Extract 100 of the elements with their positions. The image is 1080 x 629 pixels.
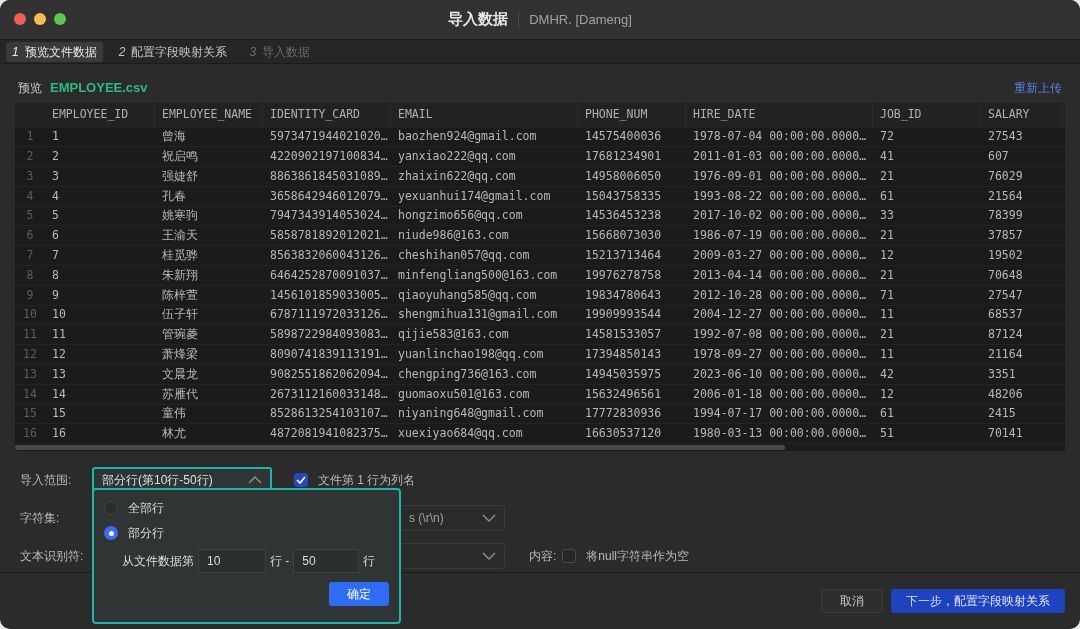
table-cell-text: 14945035975: [584, 365, 663, 383]
table-cell-text: 朱新翔: [161, 266, 199, 284]
table-cell-text: 15632496561: [584, 385, 663, 403]
column-header[interactable]: IDENTITY_CARD: [263, 102, 391, 128]
checkbox[interactable]: [562, 548, 577, 563]
column-header[interactable]: SALARY: [981, 102, 1063, 128]
table-cell-text: 2011-01-03 00:00:00.0000…: [692, 148, 868, 166]
table-cell-text: 1986-07-19 00:00:00.0000…: [692, 227, 868, 245]
step-tab[interactable]: 1 预览文件数据: [6, 41, 103, 62]
table-cell-text: 11: [879, 306, 895, 324]
table-cell-text: 14: [51, 385, 67, 403]
row-number: 11: [22, 326, 38, 344]
table-cell-text: shengmihua131@gmail.com: [397, 306, 559, 324]
table-cell-text: zhaixin622@qq.com: [397, 167, 517, 185]
horizontal-scrollbar[interactable]: [15, 444, 785, 450]
table-cell-text: 8528613254103107…: [269, 405, 389, 423]
table-cell-text: 1456101859033005…: [269, 286, 389, 304]
confirm-button[interactable]: 确定: [329, 582, 389, 606]
table-cell-text: 12: [879, 247, 895, 265]
table-cell-text: 2017-10-02 00:00:00.0000…: [692, 207, 868, 225]
row-number: 1: [25, 128, 35, 146]
table-cell-text: 陈梓萱: [161, 286, 199, 304]
table-cell-text: 19909993544: [584, 306, 663, 324]
file-name: EMPLOYEE.csv: [50, 79, 148, 97]
zoom-button[interactable]: [54, 13, 66, 25]
row-number: 10: [22, 306, 38, 324]
table-cell-text: 72: [879, 128, 895, 146]
column-header[interactable]: HIRE_DATE: [686, 102, 873, 128]
table-cell-text: 5898722984093083…: [269, 326, 389, 344]
table-cell-text: 16630537120: [584, 425, 663, 443]
row-number: 12: [22, 346, 38, 364]
table-cell-text: 21564: [987, 187, 1024, 205]
table-cell-text: 童伟: [161, 405, 187, 423]
table-cell-text: niyaning648@gmail.com: [397, 405, 545, 423]
cancel-button[interactable]: 取消: [821, 588, 883, 613]
table-cell-text: 21164: [987, 346, 1024, 364]
table-cell-text: baozhen924@gmail.com: [397, 128, 538, 146]
radio-label: 部分行: [128, 525, 164, 542]
table-cell-text: yexuanhui174@gmail.com: [397, 187, 552, 205]
table-cell-text: 7947343914053024…: [269, 207, 389, 225]
table-cell-text: 27547: [987, 286, 1024, 304]
table-cell-text: 21: [879, 227, 895, 245]
table-cell-text: 71: [879, 286, 895, 304]
row-number: 13: [22, 365, 38, 383]
reupload-link[interactable]: 重新上传: [1014, 78, 1062, 97]
field-label: 字符集:: [20, 509, 61, 527]
table-cell-text: 27543: [987, 128, 1024, 146]
step-tab[interactable]: 2 配置字段映射关系: [112, 41, 234, 62]
table-cell-text: 2009-03-27 00:00:00.0000…: [692, 247, 868, 265]
table-cell-text: 48206: [987, 385, 1024, 403]
row-number: 4: [25, 187, 35, 205]
table-cell-text: 2006-01-18 00:00:00.0000…: [692, 385, 868, 403]
checkbox[interactable]: [294, 472, 308, 487]
table-cell-text: 14958006050: [584, 167, 663, 185]
table-cell-text: yuanlinchao198@qq.com: [397, 346, 545, 364]
next-button[interactable]: 下一步，配置字段映射关系: [891, 588, 1065, 613]
table-cell-text: 苏雁代: [161, 385, 199, 403]
table-cell-text: 17394850143: [584, 346, 663, 364]
chevron-icon: [482, 551, 496, 560]
table-cell-text: niude986@163.com: [397, 227, 510, 245]
table-cell-text: 70141: [987, 425, 1024, 443]
table-cell-text: 19834780643: [584, 286, 663, 304]
table-cell-text: 3658642946012079…: [269, 187, 389, 205]
table-cell-text: 61: [879, 187, 895, 205]
table-cell-text: 12: [879, 385, 895, 403]
table-cell-text: 2415: [987, 405, 1017, 423]
table-cell-text: 王渝天: [161, 227, 199, 245]
table-cell-text: 管琬菱: [161, 326, 199, 344]
table-cell-text: 4872081941082375…: [269, 425, 389, 443]
table-cell-text: 78399: [987, 207, 1024, 225]
column-header[interactable]: JOB_ID: [873, 102, 981, 128]
table-cell-text: 6464252870091037…: [269, 266, 389, 284]
table-cell-text: 8090741839113191…: [269, 346, 389, 364]
table-cell-text: 42: [879, 365, 895, 383]
table-cell-text: 9: [51, 286, 60, 304]
table-cell-text: hongzimo656@qq.com: [397, 207, 524, 225]
radio-button[interactable]: [104, 501, 118, 515]
table-cell-text: 11: [879, 346, 895, 364]
table-cell-text: 21: [879, 266, 895, 284]
from-row-field[interactable]: 10: [198, 549, 266, 573]
table-cell-text: 1980-03-13 00:00:00.0000…: [692, 425, 868, 443]
table-cell-text: 4220902197100834…: [269, 148, 389, 166]
table-cell-text: 4: [51, 187, 60, 205]
table-cell-text: 2673112160033148…: [269, 385, 389, 403]
column-header[interactable]: EMPLOYEE_NAME: [155, 102, 263, 128]
minimize-button[interactable]: [34, 13, 46, 25]
table-cell-text: 1978-07-04 00:00:00.0000…: [692, 128, 868, 146]
table-cell-text: 17681234901: [584, 148, 663, 166]
column-header[interactable]: EMPLOYEE_ID: [45, 102, 155, 128]
close-button[interactable]: [14, 13, 26, 25]
to-row-field[interactable]: 50: [293, 549, 360, 573]
column-header[interactable]: PHONE_NUM: [578, 102, 686, 128]
table-cell-text: 21: [879, 326, 895, 344]
column-header[interactable]: EMAIL: [391, 102, 578, 128]
table-cell-text: 1994-07-17 00:00:00.0000…: [692, 405, 868, 423]
connection-name: DMHR. [Dameng]: [529, 10, 632, 29]
radio-button[interactable]: [104, 526, 118, 540]
table-cell-text: 14536453238: [584, 207, 663, 225]
table-cell-text: 68537: [987, 306, 1024, 324]
table-cell-text: 15: [51, 405, 67, 423]
